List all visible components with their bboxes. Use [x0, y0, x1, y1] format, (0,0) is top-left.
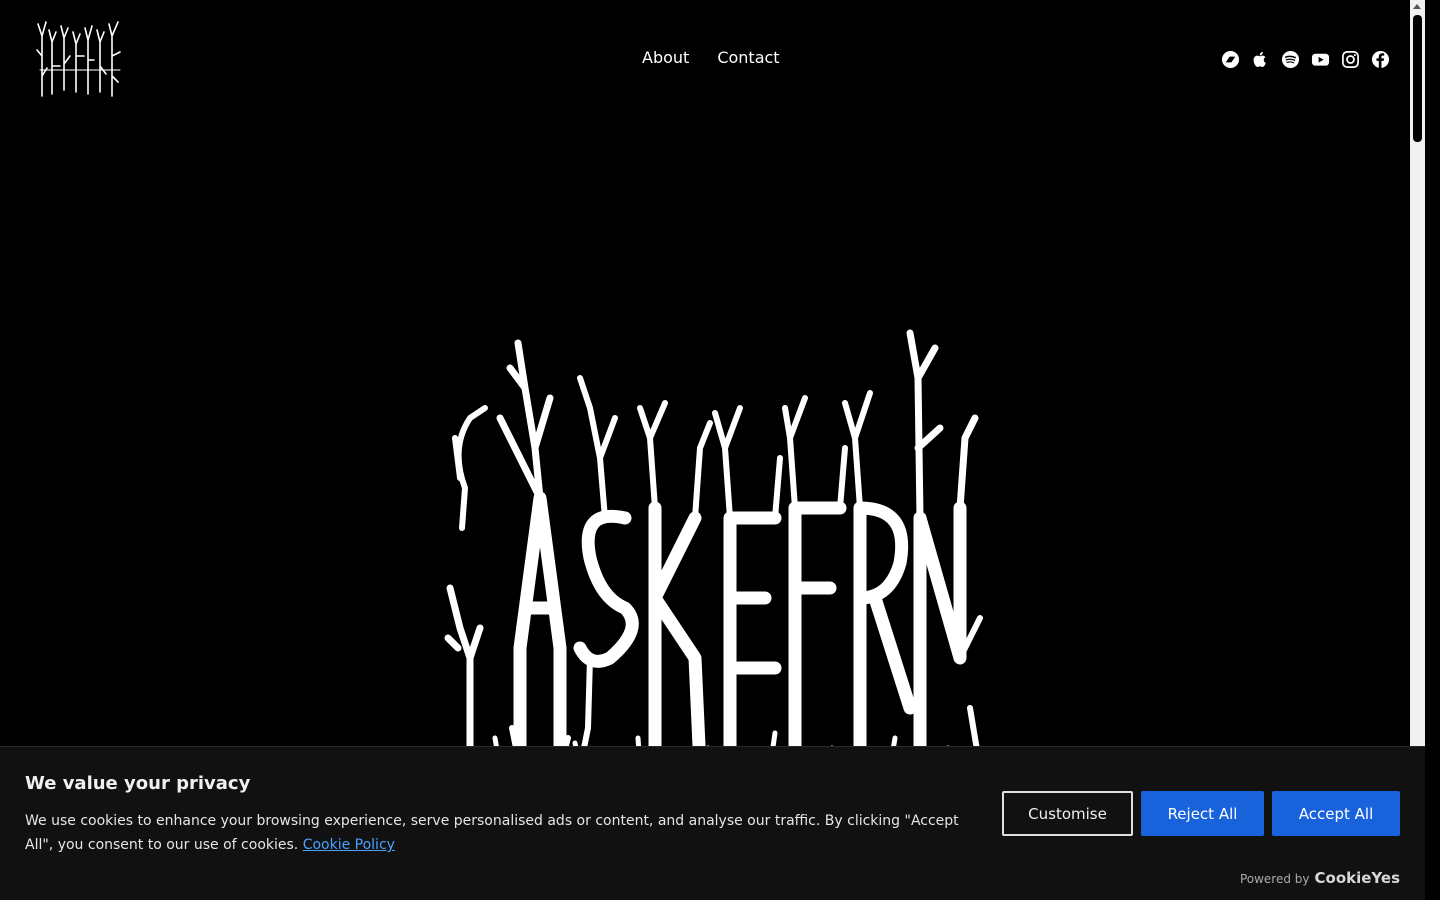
powered-by: Powered by CookieYes — [1240, 869, 1400, 887]
reject-all-button[interactable]: Reject All — [1141, 791, 1264, 836]
instagram-icon[interactable] — [1341, 50, 1360, 69]
cookie-banner-title: We value your privacy — [25, 773, 251, 794]
cookie-consent-banner: We value your privacy We use cookies to … — [0, 746, 1425, 900]
scrollbar-thumb[interactable] — [1413, 15, 1422, 142]
hero-band-logo — [444, 329, 983, 768]
youtube-icon[interactable] — [1311, 50, 1330, 69]
accept-all-button[interactable]: Accept All — [1272, 791, 1400, 836]
cookieyes-logo[interactable]: CookieYes — [1315, 869, 1401, 887]
cookie-banner-text: We use cookies to enhance your browsing … — [25, 809, 975, 857]
bandcamp-icon[interactable] — [1221, 50, 1240, 69]
cookie-policy-link[interactable]: Cookie Policy — [303, 837, 395, 853]
facebook-icon[interactable] — [1371, 50, 1390, 69]
spotify-icon[interactable] — [1281, 50, 1300, 69]
scroll-up-arrow-icon[interactable] — [1413, 4, 1421, 9]
social-links — [1221, 50, 1390, 69]
nav-about-link[interactable]: About — [642, 48, 689, 67]
apple-music-icon[interactable] — [1251, 50, 1270, 69]
cookie-banner-description: We use cookies to enhance your browsing … — [25, 813, 959, 853]
page: About Contact We value your privacy We u… — [0, 0, 1425, 900]
main-nav: About Contact — [642, 48, 780, 67]
site-header: About Contact — [0, 0, 1425, 120]
powered-by-label: Powered by — [1239, 872, 1310, 886]
customise-button[interactable]: Customise — [1002, 791, 1133, 836]
nav-contact-link[interactable]: Contact — [717, 48, 779, 67]
site-logo[interactable] — [34, 16, 124, 100]
